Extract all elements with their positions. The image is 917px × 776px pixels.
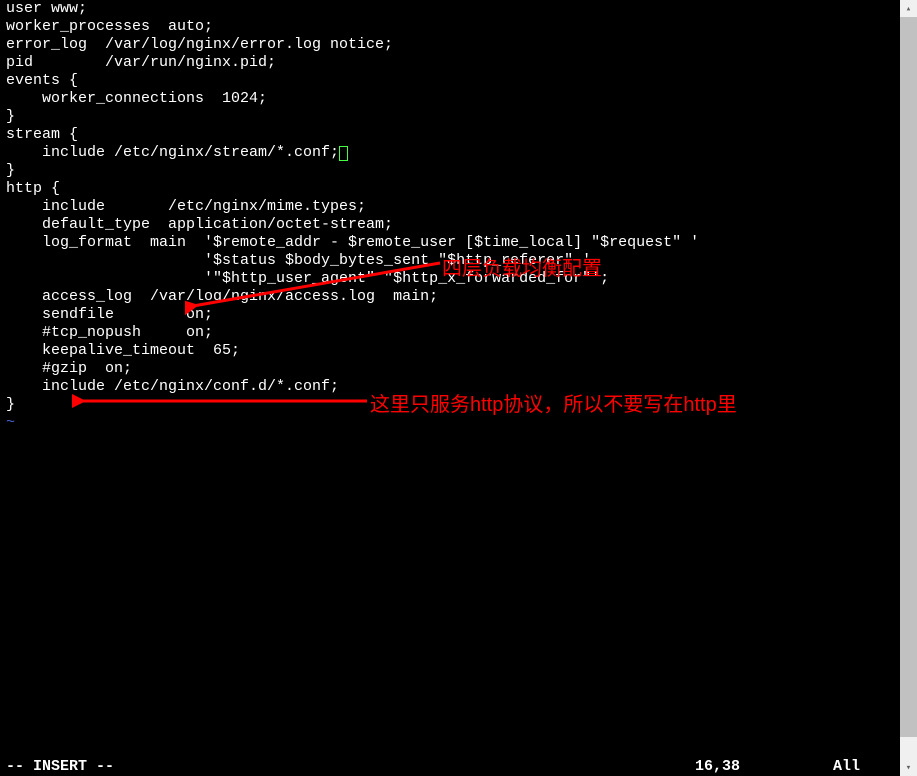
code-line[interactable]: } — [0, 162, 890, 180]
code-line[interactable]: pid /var/run/nginx.pid; — [0, 54, 890, 72]
terminal-editor[interactable]: user www;worker_processes auto;error_log… — [0, 0, 890, 776]
cursor-position: 16,38 — [695, 758, 740, 775]
scroll-down-button[interactable]: ▾ — [900, 759, 917, 776]
code-line[interactable]: include /etc/nginx/conf.d/*.conf; — [0, 378, 890, 396]
code-line[interactable]: } — [0, 396, 890, 414]
scroll-thumb[interactable] — [900, 17, 917, 737]
code-line[interactable]: '$status $body_bytes_sent "$http_referer… — [0, 252, 890, 270]
scroll-up-button[interactable]: ▴ — [900, 0, 917, 17]
code-line[interactable]: sendfile on; — [0, 306, 890, 324]
cursor — [339, 146, 348, 161]
code-line[interactable]: } — [0, 108, 890, 126]
code-line[interactable]: events { — [0, 72, 890, 90]
code-line[interactable]: #tcp_nopush on; — [0, 324, 890, 342]
code-line[interactable]: worker_processes auto; — [0, 18, 890, 36]
scroll-track[interactable] — [900, 17, 917, 759]
code-line[interactable]: #gzip on; — [0, 360, 890, 378]
code-line[interactable]: '"$http_user_agent" "$http_x_forwarded_f… — [0, 270, 890, 288]
code-content[interactable]: user www;worker_processes auto;error_log… — [0, 0, 890, 414]
code-line[interactable]: http { — [0, 180, 890, 198]
code-line[interactable]: default_type application/octet-stream; — [0, 216, 890, 234]
code-line[interactable]: include /etc/nginx/mime.types; — [0, 198, 890, 216]
vim-status-bar: -- INSERT -- 16,38 All — [0, 758, 890, 776]
code-line[interactable]: error_log /var/log/nginx/error.log notic… — [0, 36, 890, 54]
code-line[interactable]: stream { — [0, 126, 890, 144]
vim-mode: -- INSERT -- — [6, 758, 114, 776]
scroll-indicator: All — [833, 758, 860, 775]
code-line[interactable]: log_format main '$remote_addr - $remote_… — [0, 234, 890, 252]
vim-tilde-line: ~ — [0, 414, 890, 432]
code-line[interactable]: user www; — [0, 0, 890, 18]
code-line[interactable]: worker_connections 1024; — [0, 90, 890, 108]
code-line[interactable]: access_log /var/log/nginx/access.log mai… — [0, 288, 890, 306]
vertical-scrollbar[interactable]: ▴ ▾ — [900, 0, 917, 776]
code-line[interactable]: keepalive_timeout 65; — [0, 342, 890, 360]
code-line[interactable]: include /etc/nginx/stream/*.conf; — [0, 144, 890, 162]
